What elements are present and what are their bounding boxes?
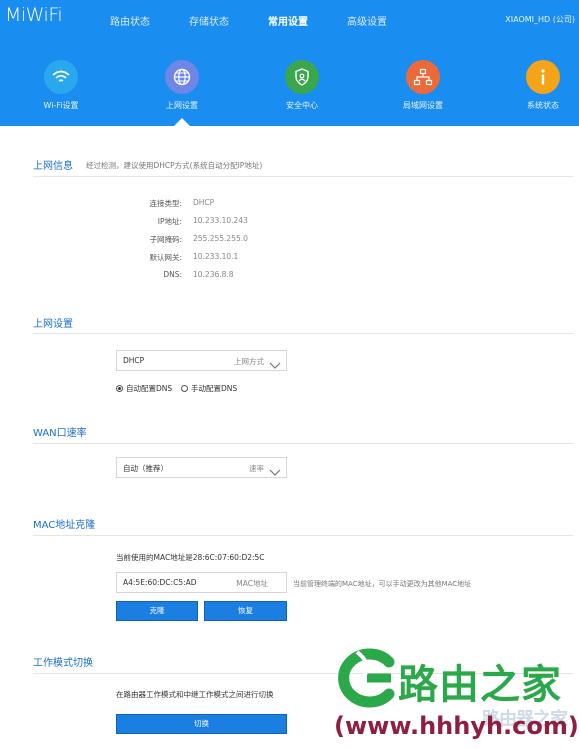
work-mode-title: 工作模式切换 [33, 658, 93, 669]
chevron-down-icon [269, 462, 281, 481]
radio-checked-icon [116, 385, 123, 392]
gateway-value: 10.233.10.1 [193, 252, 239, 261]
wan-speed-title: WAN口速率 [33, 428, 87, 439]
divider [33, 176, 573, 177]
subnav-system-status[interactable]: 系统状态 [508, 60, 578, 111]
subnav-wifi[interactable]: Wi-Fi设置 [26, 60, 96, 111]
connection-type-select-value: DHCP [123, 356, 145, 365]
dns-auto-radio[interactable]: 自动配置DNS [116, 383, 172, 394]
nav-common-settings[interactable]: 常用设置 [268, 13, 308, 28]
wan-speed-select-hint: 速率 [249, 464, 264, 473]
internet-settings-title: 上网设置 [33, 319, 73, 330]
subnav-label-wifi: Wi-Fi设置 [43, 101, 79, 110]
mac-address-input[interactable]: A4:5E:60:DC:C5:AD MAC地址 [116, 572, 287, 593]
divider [33, 443, 573, 444]
subnet-mask-value: 255.255.255.0 [193, 234, 248, 243]
subnav-security[interactable]: 安全中心 [267, 60, 337, 111]
dns-auto-label: 自动配置DNS [126, 384, 173, 393]
subnet-mask-label: 子网掩码: [149, 235, 182, 244]
current-mac-text: 当前使用的MAC地址是28:6C:07:60:D2:5C [116, 553, 265, 562]
dns-label: DNS: [163, 270, 182, 279]
subnav-label-internet: 上网设置 [166, 101, 198, 110]
internet-info-title: 上网信息 [33, 161, 73, 172]
ip-address-value: 10.233.10.243 [193, 216, 248, 225]
divider [33, 535, 573, 536]
active-tab-pointer [174, 118, 190, 126]
connection-type-label: 连接类型: [149, 199, 182, 208]
watermark-url: (www.hhhyh.com) [334, 712, 579, 740]
user-menu[interactable]: XIAOMI_HD (公司) [505, 14, 575, 25]
mac-clone-title: MAC地址克隆 [33, 520, 96, 531]
subnav-label-system-status: 系统状态 [527, 101, 559, 110]
watermark-title: 路由之家 [398, 662, 562, 708]
shield-icon [285, 60, 319, 94]
clone-button[interactable]: 克隆 [116, 601, 198, 621]
ip-address-label: IP地址: [157, 217, 182, 226]
radio-unchecked-icon [181, 385, 188, 392]
internet-info-note: 经过检测，建议使用DHCP方式(系统自动分配IP地址) [86, 161, 263, 170]
connection-type-select[interactable]: DHCP 上网方式 [116, 350, 287, 371]
mac-address-input-hint: MAC地址 [236, 579, 268, 588]
switch-mode-button[interactable]: 切换 [116, 714, 287, 734]
info-icon [526, 60, 560, 94]
divider [33, 333, 573, 334]
mac-address-input-value: A4:5E:60:DC:C5:AD [123, 578, 197, 587]
miwifi-logo[interactable]: MiWiFi [5, 4, 63, 26]
globe-icon [165, 60, 199, 94]
subnav-label-lan: 局域网设置 [403, 101, 443, 110]
lan-icon [406, 60, 440, 94]
subnav-lan[interactable]: 局域网设置 [388, 60, 458, 111]
connection-type-select-hint: 上网方式 [234, 357, 264, 366]
gateway-label: 默认网关: [149, 253, 182, 262]
connection-type-value: DHCP [193, 198, 215, 207]
nav-storage-status[interactable]: 存储状态 [189, 13, 229, 28]
dns-manual-label: 手动配置DNS [191, 384, 238, 393]
wan-speed-select[interactable]: 自动（推荐） 速率 [116, 457, 287, 478]
work-mode-description: 在路由器工作模式和中继工作模式之间进行切换 [116, 690, 274, 699]
nav-router-status[interactable]: 路由状态 [110, 13, 150, 28]
subnav-label-security: 安全中心 [286, 101, 318, 110]
wan-speed-select-value: 自动（推荐） [123, 464, 168, 473]
nav-advanced-settings[interactable]: 高级设置 [347, 13, 387, 28]
mac-address-note: 当前管理终端的MAC地址，可以手动更改为其他MAC地址 [293, 580, 472, 588]
wifi-icon [44, 60, 78, 94]
dns-manual-radio[interactable]: 手动配置DNS [181, 383, 237, 394]
restore-button[interactable]: 恢复 [204, 601, 287, 621]
watermark-logo-icon [333, 648, 397, 708]
top-header: MiWiFi 路由状态 存储状态 常用设置 高级设置 XIAOMI_HD (公司… [0, 0, 579, 126]
chevron-down-icon [269, 355, 281, 374]
dns-value: 10.236.8.8 [193, 270, 234, 279]
subnav-internet[interactable]: 上网设置 [147, 60, 217, 111]
